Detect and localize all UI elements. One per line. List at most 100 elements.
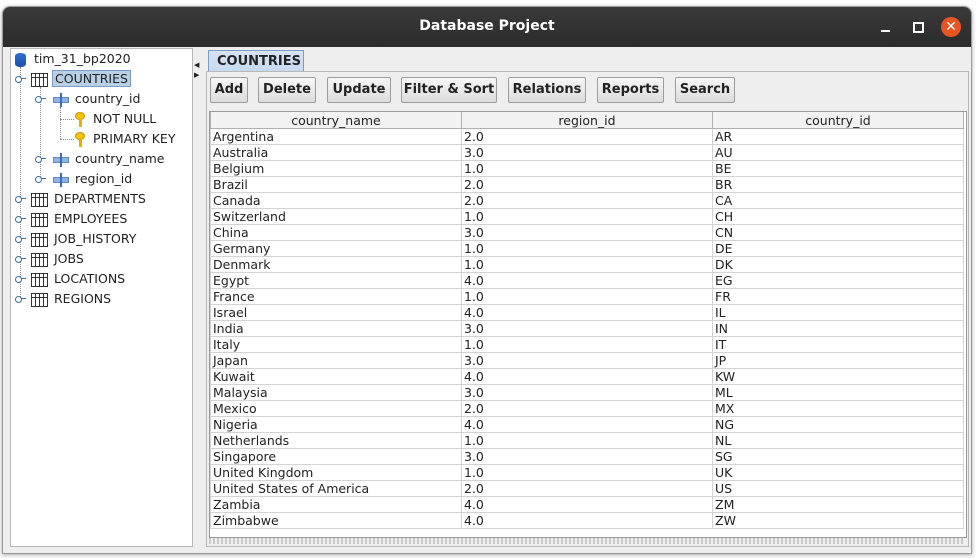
table-cell[interactable]: 1.0 xyxy=(461,256,713,273)
table-cell[interactable]: 2.0 xyxy=(461,128,713,145)
table-cell[interactable]: 2.0 xyxy=(461,192,713,209)
table-cell[interactable]: IL xyxy=(712,304,964,321)
tree-node-departments[interactable]: DEPARTMENTS xyxy=(31,190,148,208)
search-button[interactable]: Search xyxy=(675,77,735,103)
splitter-right-arrow-icon[interactable]: ▶ xyxy=(194,71,199,79)
table-row[interactable]: Japan 3.0 JP xyxy=(210,352,964,369)
tree-node-primary-key[interactable]: PRIMARY KEY xyxy=(75,130,177,148)
table-row[interactable]: United States of America 2.0 US xyxy=(210,480,964,497)
table-cell[interactable]: Australia xyxy=(210,144,462,161)
table-row[interactable]: France 1.0 FR xyxy=(210,288,964,305)
table-row[interactable]: Nigeria 4.0 NG xyxy=(210,416,964,433)
relations-button[interactable]: Relations xyxy=(508,77,586,103)
expand-handle-icon[interactable] xyxy=(15,255,26,263)
table-cell[interactable]: Japan xyxy=(210,352,462,369)
table-cell[interactable]: NG xyxy=(712,416,964,433)
tree-node-country-id[interactable]: country_id xyxy=(53,90,142,108)
minimize-button[interactable] xyxy=(875,17,895,37)
table-row[interactable]: Mexico 2.0 MX xyxy=(210,400,964,417)
table-cell[interactable]: Germany xyxy=(210,240,462,257)
tree-node-country-name[interactable]: country_name xyxy=(53,150,167,168)
table-cell[interactable]: 1.0 xyxy=(461,432,713,449)
table-cell[interactable]: Argentina xyxy=(210,128,462,145)
close-button[interactable]: ✕ xyxy=(941,17,961,37)
expand-handle-icon[interactable] xyxy=(15,235,26,243)
table-cell[interactable]: India xyxy=(210,320,462,337)
table-cell[interactable]: UK xyxy=(712,464,964,481)
tree-node-countries[interactable]: COUNTRIES xyxy=(31,70,131,88)
table-cell[interactable]: 1.0 xyxy=(461,336,713,353)
table-cell[interactable]: China xyxy=(210,224,462,241)
table-cell[interactable]: 3.0 xyxy=(461,384,713,401)
table-cell[interactable]: KW xyxy=(712,368,964,385)
table-cell[interactable]: JP xyxy=(712,352,964,369)
table-row[interactable]: Switzerland 1.0 CH xyxy=(210,208,964,225)
delete-button[interactable]: Delete xyxy=(258,77,316,103)
table-row[interactable]: China 3.0 CN xyxy=(210,224,964,241)
column-header-country-name[interactable]: country_name xyxy=(210,112,462,129)
table-row[interactable]: Argentina 2.0 AR xyxy=(210,128,964,145)
maximize-button[interactable] xyxy=(908,17,928,37)
table-cell[interactable]: 4.0 xyxy=(461,496,713,513)
table-row[interactable]: Netherlands 1.0 NL xyxy=(210,432,964,449)
table-cell[interactable]: Belgium xyxy=(210,160,462,177)
table-cell[interactable]: 2.0 xyxy=(461,400,713,417)
table-cell[interactable]: IT xyxy=(712,336,964,353)
tree-node-regions[interactable]: REGIONS xyxy=(31,290,113,308)
table-cell[interactable]: FR xyxy=(712,288,964,305)
table-cell[interactable]: CH xyxy=(712,208,964,225)
table-cell[interactable]: DK xyxy=(712,256,964,273)
table-cell[interactable]: 1.0 xyxy=(461,240,713,257)
table-row[interactable]: Denmark 1.0 DK xyxy=(210,256,964,273)
table-cell[interactable]: Zimbabwe xyxy=(210,512,462,529)
table-cell[interactable]: EG xyxy=(712,272,964,289)
table-cell[interactable]: ZM xyxy=(712,496,964,513)
tree-node-employees[interactable]: EMPLOYEES xyxy=(31,210,129,228)
column-header-region-id[interactable]: region_id xyxy=(461,112,713,129)
table-row[interactable]: Belgium 1.0 BE xyxy=(210,160,964,177)
table-cell[interactable]: 2.0 xyxy=(461,480,713,497)
table-row[interactable]: Malaysia 3.0 ML xyxy=(210,384,964,401)
table-cell[interactable]: SG xyxy=(712,448,964,465)
tree-node-region-id[interactable]: region_id xyxy=(53,170,134,188)
horizontal-scroll-handle[interactable] xyxy=(209,538,965,544)
tree-node-root[interactable]: tim_31_bp2020 xyxy=(15,50,133,68)
collapse-handle-icon[interactable] xyxy=(35,95,46,103)
table-cell[interactable]: Israel xyxy=(210,304,462,321)
table-cell[interactable]: United Kingdom xyxy=(210,464,462,481)
table-cell[interactable]: 3.0 xyxy=(461,448,713,465)
table-cell[interactable]: Singapore xyxy=(210,448,462,465)
table-cell[interactable]: Kuwait xyxy=(210,368,462,385)
expand-handle-icon[interactable] xyxy=(15,215,26,223)
table-cell[interactable]: ZW xyxy=(712,512,964,529)
schema-tree[interactable]: tim_31_bp2020 COUNTRIES country_id NOT N… xyxy=(10,48,193,547)
table-row[interactable]: Italy 1.0 IT xyxy=(210,336,964,353)
filter-sort-button[interactable]: Filter & Sort xyxy=(401,77,497,103)
table-cell[interactable]: 1.0 xyxy=(461,288,713,305)
table-cell[interactable]: 1.0 xyxy=(461,208,713,225)
table-row[interactable]: Zimbabwe 4.0 ZW xyxy=(210,512,964,529)
table-row[interactable]: Kuwait 4.0 KW xyxy=(210,368,964,385)
table-row[interactable]: Zambia 4.0 ZM xyxy=(210,496,964,513)
table-cell[interactable]: AU xyxy=(712,144,964,161)
table-cell[interactable]: CN xyxy=(712,224,964,241)
table-cell[interactable]: IN xyxy=(712,320,964,337)
reports-button[interactable]: Reports xyxy=(597,77,664,103)
add-button[interactable]: Add xyxy=(210,77,248,103)
table-row[interactable]: Singapore 3.0 SG xyxy=(210,448,964,465)
table-cell[interactable]: BR xyxy=(712,176,964,193)
table-cell[interactable]: Canada xyxy=(210,192,462,209)
table-cell[interactable]: 4.0 xyxy=(461,368,713,385)
expand-handle-icon[interactable] xyxy=(15,295,26,303)
table-cell[interactable]: France xyxy=(210,288,462,305)
pane-splitter[interactable]: ◀ ▶ xyxy=(192,47,201,547)
table-row[interactable]: Brazil 2.0 BR xyxy=(210,176,964,193)
table-row[interactable]: Egypt 4.0 EG xyxy=(210,272,964,289)
expand-handle-icon[interactable] xyxy=(35,155,46,163)
tree-node-not-null[interactable]: NOT NULL xyxy=(75,110,158,128)
expand-handle-icon[interactable] xyxy=(15,195,26,203)
table-cell[interactable]: Switzerland xyxy=(210,208,462,225)
table-cell[interactable]: AR xyxy=(712,128,964,145)
table-cell[interactable]: BE xyxy=(712,160,964,177)
table-cell[interactable]: 3.0 xyxy=(461,224,713,241)
